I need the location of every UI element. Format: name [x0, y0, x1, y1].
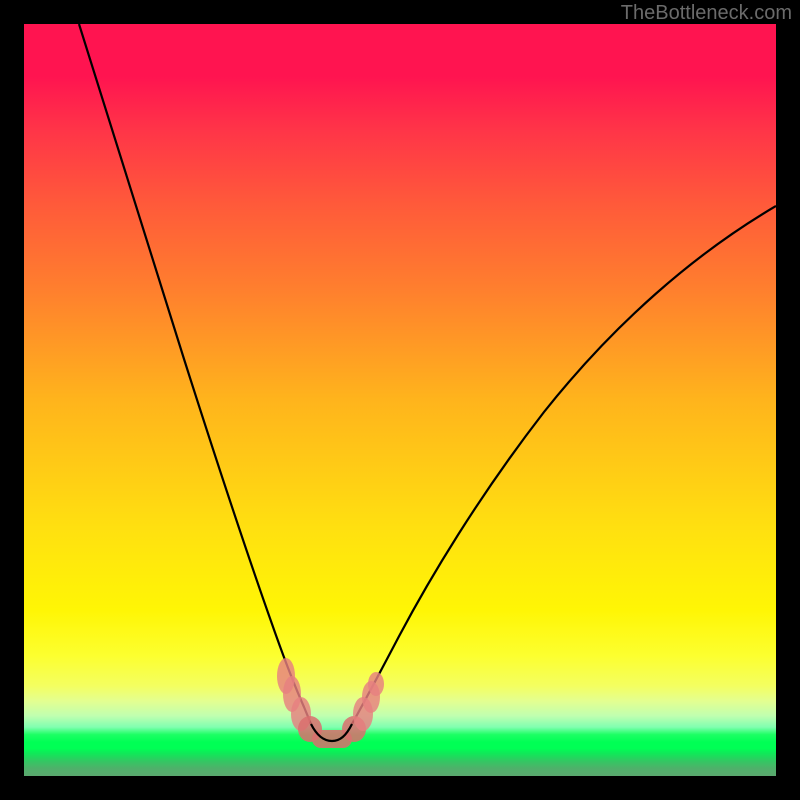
curve-right-branch — [352, 206, 776, 724]
plot-area — [24, 24, 776, 776]
curve-left-branch — [79, 24, 311, 724]
muted-bottom-markers — [277, 658, 384, 748]
watermark-text: TheBottleneck.com — [621, 2, 792, 25]
chart-svg — [24, 24, 776, 776]
